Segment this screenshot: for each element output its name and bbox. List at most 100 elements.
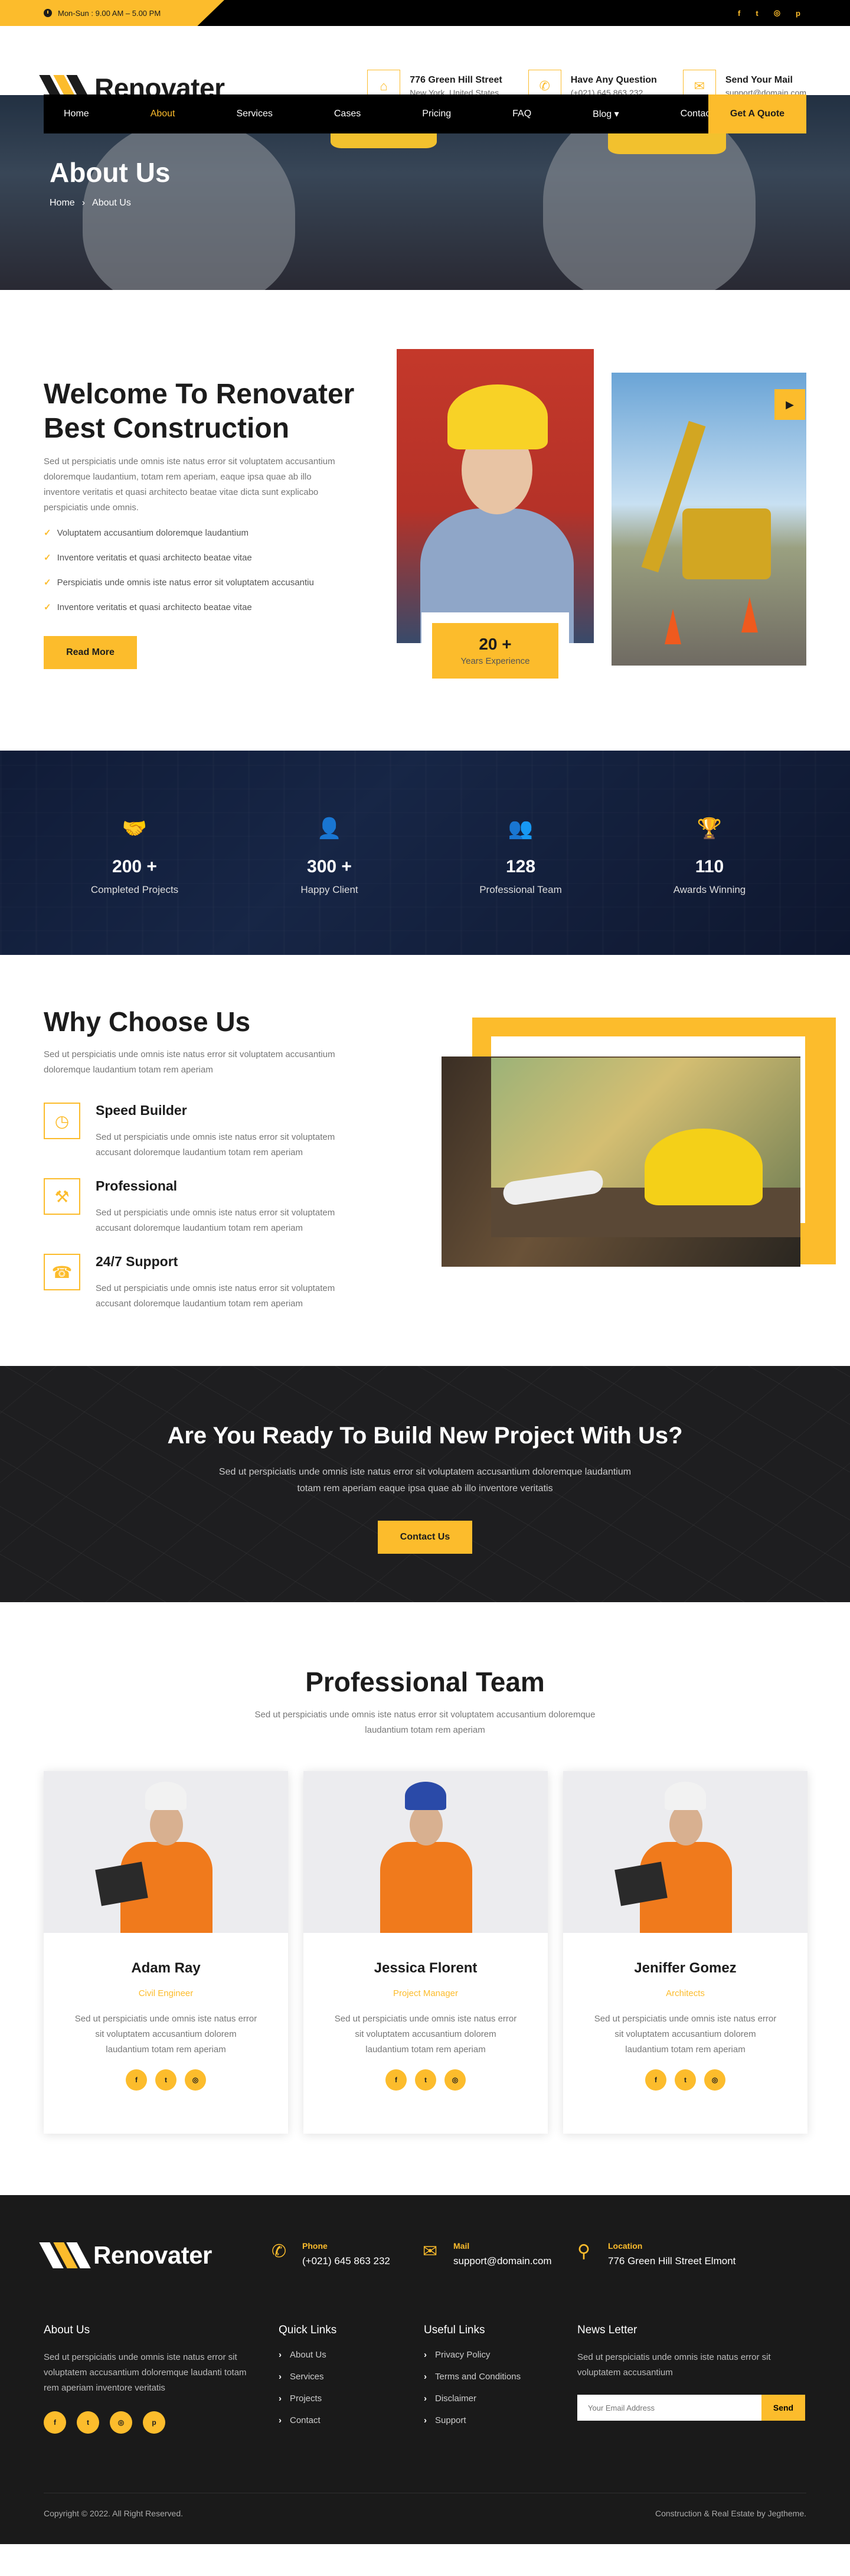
team-member-bio: Sed ut perspiciatis unde omnis iste natu… xyxy=(74,2014,257,2055)
instagram-icon[interactable]: ◎ xyxy=(774,8,780,18)
footer-about-text: Sed ut perspiciatis unde omnis iste natu… xyxy=(44,2352,247,2393)
experience-badge: 20 + Years Experience xyxy=(421,612,569,683)
breadcrumb-current: About Us xyxy=(92,198,131,208)
instagram-icon[interactable]: ◎ xyxy=(444,2069,466,2091)
footer-about: About Us Sed ut perspiciatis unde omnis … xyxy=(44,2324,256,2434)
header-contact-title: Have Any Question xyxy=(570,75,657,85)
credit-text: Construction & Real Estate by Jegtheme. xyxy=(655,2509,806,2518)
chevron-right-icon: › xyxy=(424,2394,427,2404)
pinterest-icon[interactable]: p xyxy=(143,2411,165,2434)
instagram-icon[interactable]: ◎ xyxy=(110,2411,132,2434)
why-image-helmet xyxy=(491,1058,800,1237)
footer-link-text: Support xyxy=(435,2415,466,2425)
stat-number: 128 xyxy=(505,857,536,876)
footer-link-contact[interactable]: › Contact xyxy=(279,2415,397,2437)
footer-link-text: Terms and Conditions xyxy=(435,2372,521,2382)
nav-item-services[interactable]: Services xyxy=(237,109,273,119)
newsletter-send-button[interactable]: Send xyxy=(761,2395,805,2421)
team-card: Jessica Florent Project Manager Sed ut per… xyxy=(303,1771,548,2134)
why-title: Why Choose Us xyxy=(44,1006,251,1037)
footer-link-projects[interactable]: › Projects xyxy=(279,2394,397,2415)
facebook-icon[interactable]: f xyxy=(738,9,740,18)
footer-link-disclaimer[interactable]: › Disclaimer xyxy=(424,2394,565,2415)
breadcrumb-home[interactable]: Home xyxy=(50,198,75,208)
twitter-icon[interactable]: t xyxy=(675,2069,696,2091)
facebook-icon[interactable]: f xyxy=(126,2069,147,2091)
twitter-icon[interactable]: t xyxy=(77,2411,99,2434)
chevron-right-icon: › xyxy=(424,2350,427,2360)
facebook-icon[interactable]: f xyxy=(645,2069,666,2091)
feature-text: Sed ut perspiciatis unde omnis iste natu… xyxy=(96,1208,335,1233)
chevron-right-icon: › xyxy=(424,2415,427,2425)
footer-contact-value: 776 Green Hill Street Elmont xyxy=(608,2255,736,2267)
nav-item-home[interactable]: Home xyxy=(64,109,89,119)
checklist-item: ✓ Perspiciatis unde omnis iste natus erro… xyxy=(44,570,314,595)
twitter-icon[interactable]: t xyxy=(756,9,758,18)
feature-title: 24/7 Support xyxy=(96,1254,178,1269)
twitter-icon[interactable]: t xyxy=(155,2069,176,2091)
get-quote-button[interactable]: Get A Quote xyxy=(708,94,806,133)
footer-link-aboutus[interactable]: › About Us xyxy=(279,2350,397,2372)
newsletter-email-input[interactable] xyxy=(577,2395,761,2421)
team-description: Sed ut perspiciatis unde omnis iste natu… xyxy=(254,1710,596,1735)
cta-title: Are You Ready To Build New Project With … xyxy=(167,1423,683,1449)
footer-newsletter: News Letter Sed ut perspiciatis unde omn… xyxy=(577,2324,806,2421)
footer-link-services[interactable]: › Services xyxy=(279,2372,397,2394)
check-icon: ✓ xyxy=(44,553,51,563)
team-title: Professional Team xyxy=(305,1667,545,1697)
why-description: Sed ut perspiciatis unde omnis iste natu… xyxy=(44,1049,335,1075)
facebook-icon[interactable]: f xyxy=(44,2411,66,2434)
site-header: Renovater ⌂ 776 Green Hill Street New York… xyxy=(0,26,850,103)
breadcrumb-separator: › xyxy=(81,198,86,208)
team-member-name: Jessica Florent xyxy=(374,1960,478,1976)
chevron-right-icon: › xyxy=(279,2415,282,2425)
instagram-icon[interactable]: ◎ xyxy=(704,2069,725,2091)
speed-icon: ◷ xyxy=(44,1103,80,1139)
nav-item-faq[interactable]: FAQ xyxy=(512,109,531,119)
newsletter-title: News Letter xyxy=(577,2324,638,2336)
pinterest-icon[interactable]: p xyxy=(796,9,800,18)
top-bar: Mon-Sun : 9.00 AM – 5.00 PM f t ◎ p xyxy=(0,0,850,26)
support-icon: ☎ xyxy=(44,1254,80,1290)
play-video-button[interactable]: ▶ xyxy=(774,389,805,420)
footer-logo[interactable]: Renovater xyxy=(39,2241,212,2270)
cta-description: Sed ut perspiciatis unde omnis iste natu… xyxy=(218,1467,632,1494)
checklist-text: Inventore veritatis et quasi architecto … xyxy=(57,552,252,563)
team-section: Professional Team Sed ut perspiciatis un… xyxy=(0,1602,850,2195)
copyright-text: Copyright © 2022. All Right Reserved. xyxy=(44,2509,183,2518)
about-title: Welcome To Renovater Best Construction xyxy=(44,379,355,444)
footer-link-support[interactable]: › Support xyxy=(424,2415,565,2437)
newsletter-text: Sed ut perspiciatis unde omnis iste natu… xyxy=(577,2352,771,2378)
phone-icon: ✆ xyxy=(272,2242,287,2261)
footer-contact-item: ✉ Mail support@domain.com xyxy=(423,2241,552,2267)
footer-logo-mark-icon xyxy=(39,2242,91,2268)
team-member-role: Architects xyxy=(666,1988,705,1998)
nav-item-cases[interactable]: Cases xyxy=(334,109,361,119)
checklist-item: ✓ Inventore veritatis et quasi architecto… xyxy=(44,595,314,619)
footer-link-privacypolicy[interactable]: › Privacy Policy xyxy=(424,2350,565,2372)
team-member-bio: Sed ut perspiciatis unde omnis iste natu… xyxy=(334,2014,517,2055)
feature-item: ⚒ Professional Sed ut perspiciatis unde om… xyxy=(44,1178,374,1243)
footer-link-termsandconditions[interactable]: › Terms and Conditions xyxy=(424,2372,565,2394)
stat-number: 300 + xyxy=(307,857,352,876)
read-more-button[interactable]: Read More xyxy=(44,636,137,669)
feature-title: Speed Builder xyxy=(96,1103,187,1118)
team-card: Jeniffer Gomez Architects Sed ut perspicia… xyxy=(563,1771,808,2134)
facebook-icon[interactable]: f xyxy=(385,2069,407,2091)
instagram-icon[interactable]: ◎ xyxy=(185,2069,206,2091)
stat-number: 110 xyxy=(695,857,724,876)
stat-item: 🤝 200 + Completed Projects xyxy=(64,817,205,896)
about-checklist: ✓ Voluptatem accusantium doloremque lauda… xyxy=(44,520,314,619)
nav-item-blog[interactable]: Blog ▾ xyxy=(593,108,619,120)
twitter-icon[interactable]: t xyxy=(415,2069,436,2091)
feature-text: Sed ut perspiciatis unde omnis iste natu… xyxy=(96,1283,335,1309)
contact-us-button[interactable]: Contact Us xyxy=(378,1521,472,1554)
nav-item-pricing[interactable]: Pricing xyxy=(422,109,451,119)
nav-item-about[interactable]: About xyxy=(151,109,175,119)
footer-contact-label: Phone xyxy=(302,2241,328,2251)
header-contact-title: Send Your Mail xyxy=(725,75,793,85)
footer-about-title: About Us xyxy=(44,2324,90,2336)
main-nav: Home About Services Cases Pricing FAQ Blog ▾ Co… xyxy=(44,94,806,133)
team-member-photo xyxy=(563,1771,808,1933)
footer-contact-value: (+021) 645 863 232 xyxy=(302,2255,390,2267)
